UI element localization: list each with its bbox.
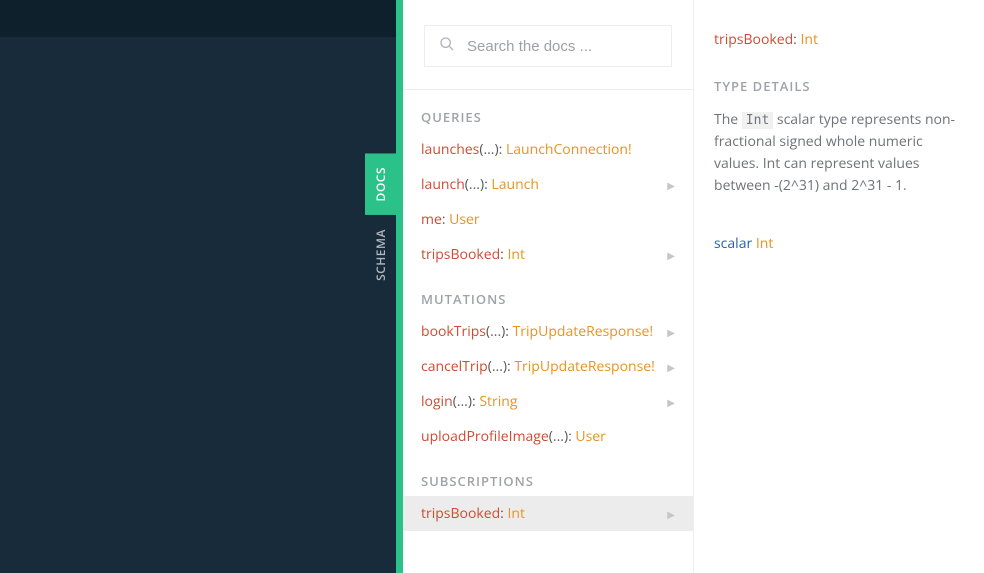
chevron-right-icon: ▶	[667, 360, 675, 374]
field-sep: :	[499, 140, 506, 159]
list-item-text: tripsBooked: Int	[421, 504, 525, 523]
field-type: User	[575, 427, 605, 446]
tab-schema[interactable]: SCHEMA	[365, 215, 396, 295]
field-args: (...)	[479, 140, 498, 159]
list-item-text: cancelTrip(...): TripUpdateResponse!	[421, 357, 655, 376]
section-header-mutations: MUTATIONS	[403, 272, 693, 314]
detail-field-name: tripsBooked	[714, 30, 793, 49]
query-item-launches[interactable]: launches(...): LaunchConnection!	[403, 132, 693, 167]
scalar-keyword: scalar	[714, 234, 756, 253]
editor-top-bar	[0, 0, 396, 37]
section-header-subscriptions: SUBSCRIPTIONS	[403, 454, 693, 496]
chevron-right-icon: ▶	[667, 178, 675, 192]
search-container	[403, 0, 693, 90]
field-args: (...)	[465, 175, 484, 194]
desc-prefix: The	[714, 110, 742, 129]
mutation-item-uploadprofileimage[interactable]: uploadProfileImage(...): User	[403, 419, 693, 454]
list-item-text: launches(...): LaunchConnection!	[421, 140, 632, 159]
field-type: Launch	[491, 175, 539, 194]
mutations-list: bookTrips(...): TripUpdateResponse! ▶ ca…	[403, 314, 693, 454]
chevron-right-icon: ▶	[667, 325, 675, 339]
field-name: launches	[421, 140, 479, 159]
field-args: (...)	[549, 427, 568, 446]
desc-code: Int	[742, 112, 773, 129]
list-item-text: tripsBooked: Int	[421, 245, 525, 264]
side-tabs: DOCS SCHEMA	[365, 153, 396, 295]
list-item-text: launch(...): Launch	[421, 175, 539, 194]
list-item-text: me: User	[421, 210, 480, 229]
field-name: uploadProfileImage	[421, 427, 549, 446]
field-name: tripsBooked	[421, 245, 500, 264]
field-name: launch	[421, 175, 465, 194]
field-type: TripUpdateResponse!	[513, 322, 653, 341]
mutation-item-canceltrip[interactable]: cancelTrip(...): TripUpdateResponse! ▶	[403, 349, 693, 384]
field-type: TripUpdateResponse!	[514, 357, 654, 376]
field-type: LaunchConnection!	[506, 140, 632, 159]
detail-field-type: Int	[800, 30, 818, 49]
chevron-right-icon: ▶	[667, 248, 675, 262]
mutation-item-booktrips[interactable]: bookTrips(...): TripUpdateResponse! ▶	[403, 314, 693, 349]
divider-strip	[396, 0, 403, 573]
subscriptions-list: tripsBooked: Int ▶	[403, 496, 693, 531]
list-item-text: login(...): String	[421, 392, 517, 411]
field-name: me	[421, 210, 442, 229]
subscription-item-tripsbooked[interactable]: tripsBooked: Int ▶	[403, 496, 693, 531]
mutation-item-login[interactable]: login(...): String ▶	[403, 384, 693, 419]
field-type: Int	[507, 504, 525, 523]
field-name: bookTrips	[421, 322, 486, 341]
field-args: (...)	[453, 392, 472, 411]
query-item-launch[interactable]: launch(...): Launch ▶	[403, 167, 693, 202]
chevron-right-icon: ▶	[667, 507, 675, 521]
search-icon	[439, 35, 455, 57]
field-type: Int	[507, 245, 525, 264]
section-header-queries: QUERIES	[403, 90, 693, 132]
query-item-me[interactable]: me: User	[403, 202, 693, 237]
detail-panel: tripsBooked: Int TYPE DETAILS The Int sc…	[693, 0, 984, 573]
field-name: login	[421, 392, 453, 411]
tab-docs[interactable]: DOCS	[365, 153, 396, 215]
scalar-type-name: Int	[756, 234, 774, 253]
editor-panel: DOCS SCHEMA	[0, 0, 396, 573]
field-type: String	[479, 392, 517, 411]
field-type: User	[449, 210, 479, 229]
field-args: (...)	[488, 357, 507, 376]
list-item-text: bookTrips(...): TripUpdateResponse!	[421, 322, 653, 341]
queries-list: launches(...): LaunchConnection! launch(…	[403, 132, 693, 272]
field-name: tripsBooked	[421, 504, 500, 523]
field-sep: :	[505, 322, 512, 341]
scalar-definition: scalar Int	[714, 234, 964, 253]
search-box[interactable]	[424, 25, 672, 67]
field-args: (...)	[486, 322, 505, 341]
type-description: The Int scalar type represents non-fract…	[714, 109, 964, 196]
query-item-tripsbooked[interactable]: tripsBooked: Int ▶	[403, 237, 693, 272]
search-input[interactable]	[467, 38, 657, 55]
type-details-header: TYPE DETAILS	[714, 77, 964, 95]
chevron-right-icon: ▶	[667, 395, 675, 409]
list-item-text: uploadProfileImage(...): User	[421, 427, 606, 446]
docs-panel: QUERIES launches(...): LaunchConnection!…	[403, 0, 693, 573]
detail-title: tripsBooked: Int	[714, 30, 964, 49]
field-name: cancelTrip	[421, 357, 488, 376]
